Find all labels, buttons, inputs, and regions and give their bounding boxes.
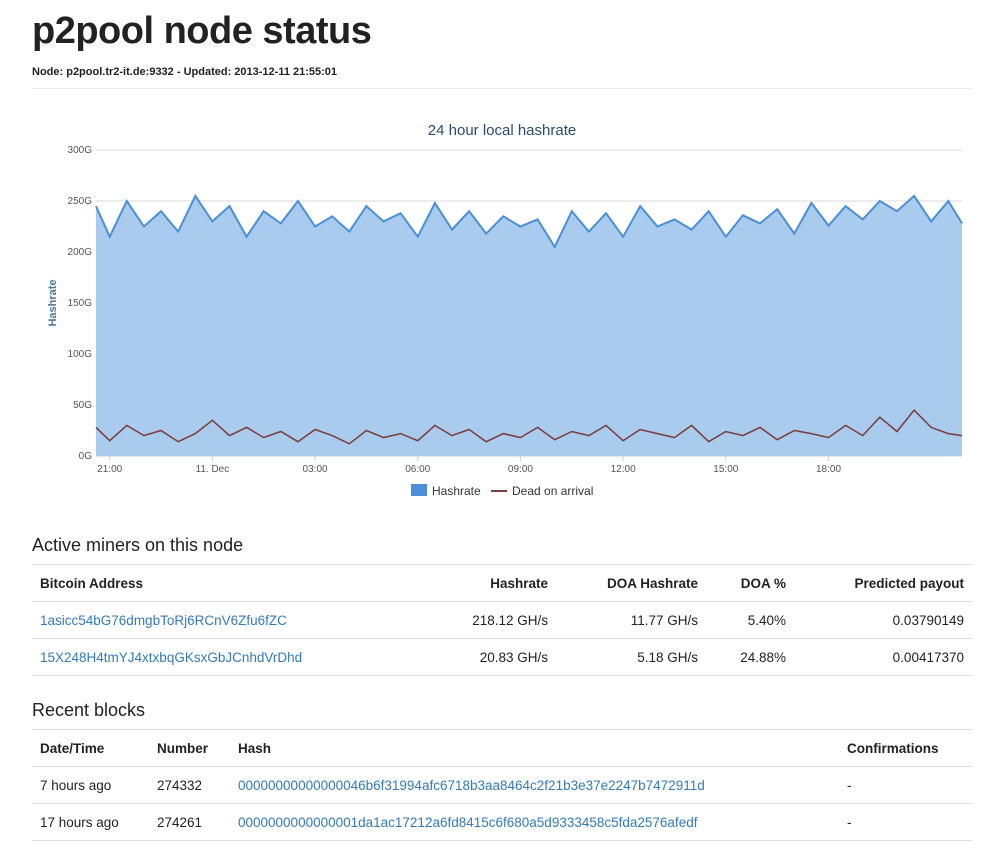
col-doa-pct: DOA % [706, 564, 794, 602]
legend-doa-label[interactable]: Dead on arrival [512, 484, 593, 498]
table-row: 17 hours ago 274261 0000000000000001da1a… [32, 803, 972, 841]
x-tick-label: 09:00 [508, 464, 533, 475]
table-row: 15X248H4tmYJ4xtxbqGKsxGbJCnhdVrDhd 20.83… [32, 638, 972, 676]
y-tick-label: 0G [79, 451, 93, 462]
y-tick-label: 200G [68, 247, 93, 258]
block-time: 17 hours ago [32, 803, 149, 841]
table-row: 7 hours ago 274332 00000000000000046b6f3… [32, 766, 972, 804]
hashrate-area [96, 195, 962, 456]
divider [32, 88, 972, 89]
y-axis-label: Hashrate [47, 279, 59, 326]
miner-doa-pct: 24.88% [706, 638, 794, 676]
miner-hashrate: 218.12 GH/s [332, 601, 556, 639]
legend-hashrate-label[interactable]: Hashrate [432, 484, 481, 498]
miner-doa-hashrate: 5.18 GH/s [556, 638, 706, 676]
block-confirmations: - [839, 766, 972, 804]
miner-address-cell: 1asicc54bG76dmgbToRj6RCnV6Zfu6fZC [32, 601, 332, 639]
col-bitcoin-address: Bitcoin Address [32, 564, 332, 602]
col-doa-hashrate: DOA Hashrate [556, 564, 706, 602]
legend-hashrate-swatch[interactable] [411, 484, 427, 496]
page: p2pool node status Node: p2pool.tr2-it.d… [0, 0, 988, 852]
miner-doa-hashrate: 11.77 GH/s [556, 601, 706, 639]
blocks-heading: Recent blocks [32, 700, 146, 720]
miners-table: Bitcoin Address Hashrate DOA Hashrate DO… [32, 564, 972, 676]
page-title: p2pool node status [32, 10, 372, 52]
chart-title: 24 hour local hashrate [428, 122, 576, 139]
miners-heading: Active miners on this node [32, 535, 244, 555]
block-number: 274332 [149, 766, 230, 804]
x-tick-label: 18:00 [816, 464, 841, 475]
blocks-header-row: Date/Time Number Hash Confirmations [32, 729, 972, 767]
block-time: 7 hours ago [32, 766, 149, 804]
col-hashrate: Hashrate [332, 564, 556, 602]
x-tick-label: 21:00 [97, 464, 122, 475]
col-hash: Hash [230, 729, 839, 767]
block-hash-cell: 00000000000000046b6f31994afc6718b3aa8464… [230, 766, 839, 804]
block-hash-cell: 0000000000000001da1ac17212a6fd8415c6f680… [230, 803, 839, 841]
block-hash-link[interactable]: 00000000000000046b6f31994afc6718b3aa8464… [238, 778, 705, 793]
miner-hashrate: 20.83 GH/s [332, 638, 556, 676]
table-row: 1asicc54bG76dmgbToRj6RCnV6Zfu6fZC 218.12… [32, 601, 972, 639]
x-tick-label: 03:00 [303, 464, 328, 475]
x-tick-label: 11. Dec [196, 464, 230, 475]
col-predicted-payout: Predicted payout [794, 564, 972, 602]
miner-address-link[interactable]: 1asicc54bG76dmgbToRj6RCnV6Zfu6fZC [40, 613, 287, 628]
miner-address-cell: 15X248H4tmYJ4xtxbqGKsxGbJCnhdVrDhd [32, 638, 332, 676]
y-tick-label: 150G [68, 298, 93, 309]
hashrate-chart-svg[interactable]: 24 hour local hashrate 0G 50G 100G 150G 200G 2… [32, 110, 972, 510]
col-datetime: Date/Time [32, 729, 149, 767]
node-info: Node: p2pool.tr2-it.de:9332 - Updated: 2… [32, 66, 338, 78]
hashrate-chart[interactable]: 24 hour local hashrate 0G 50G 100G 150G 200G 2… [32, 110, 972, 510]
blocks-table: Date/Time Number Hash Confirmations 7 ho… [32, 729, 972, 841]
miner-payout: 0.00417370 [794, 638, 972, 676]
block-confirmations: - [839, 803, 972, 841]
x-tick-label: 15:00 [713, 464, 738, 475]
block-hash-link[interactable]: 0000000000000001da1ac17212a6fd8415c6f680… [238, 815, 697, 830]
miner-doa-pct: 5.40% [706, 601, 794, 639]
y-tick-label: 250G [68, 196, 93, 207]
y-tick-label: 300G [68, 145, 93, 156]
miners-header-row: Bitcoin Address Hashrate DOA Hashrate DO… [32, 564, 972, 602]
col-number: Number [149, 729, 230, 767]
col-confirmations: Confirmations [839, 729, 972, 767]
miner-address-link[interactable]: 15X248H4tmYJ4xtxbqGKsxGbJCnhdVrDhd [40, 650, 302, 665]
block-number: 274261 [149, 803, 230, 841]
y-tick-label: 50G [73, 400, 92, 411]
x-tick-label: 12:00 [611, 464, 636, 475]
x-tick-label: 06:00 [405, 464, 430, 475]
miner-payout: 0.03790149 [794, 601, 972, 639]
y-tick-label: 100G [68, 349, 93, 360]
